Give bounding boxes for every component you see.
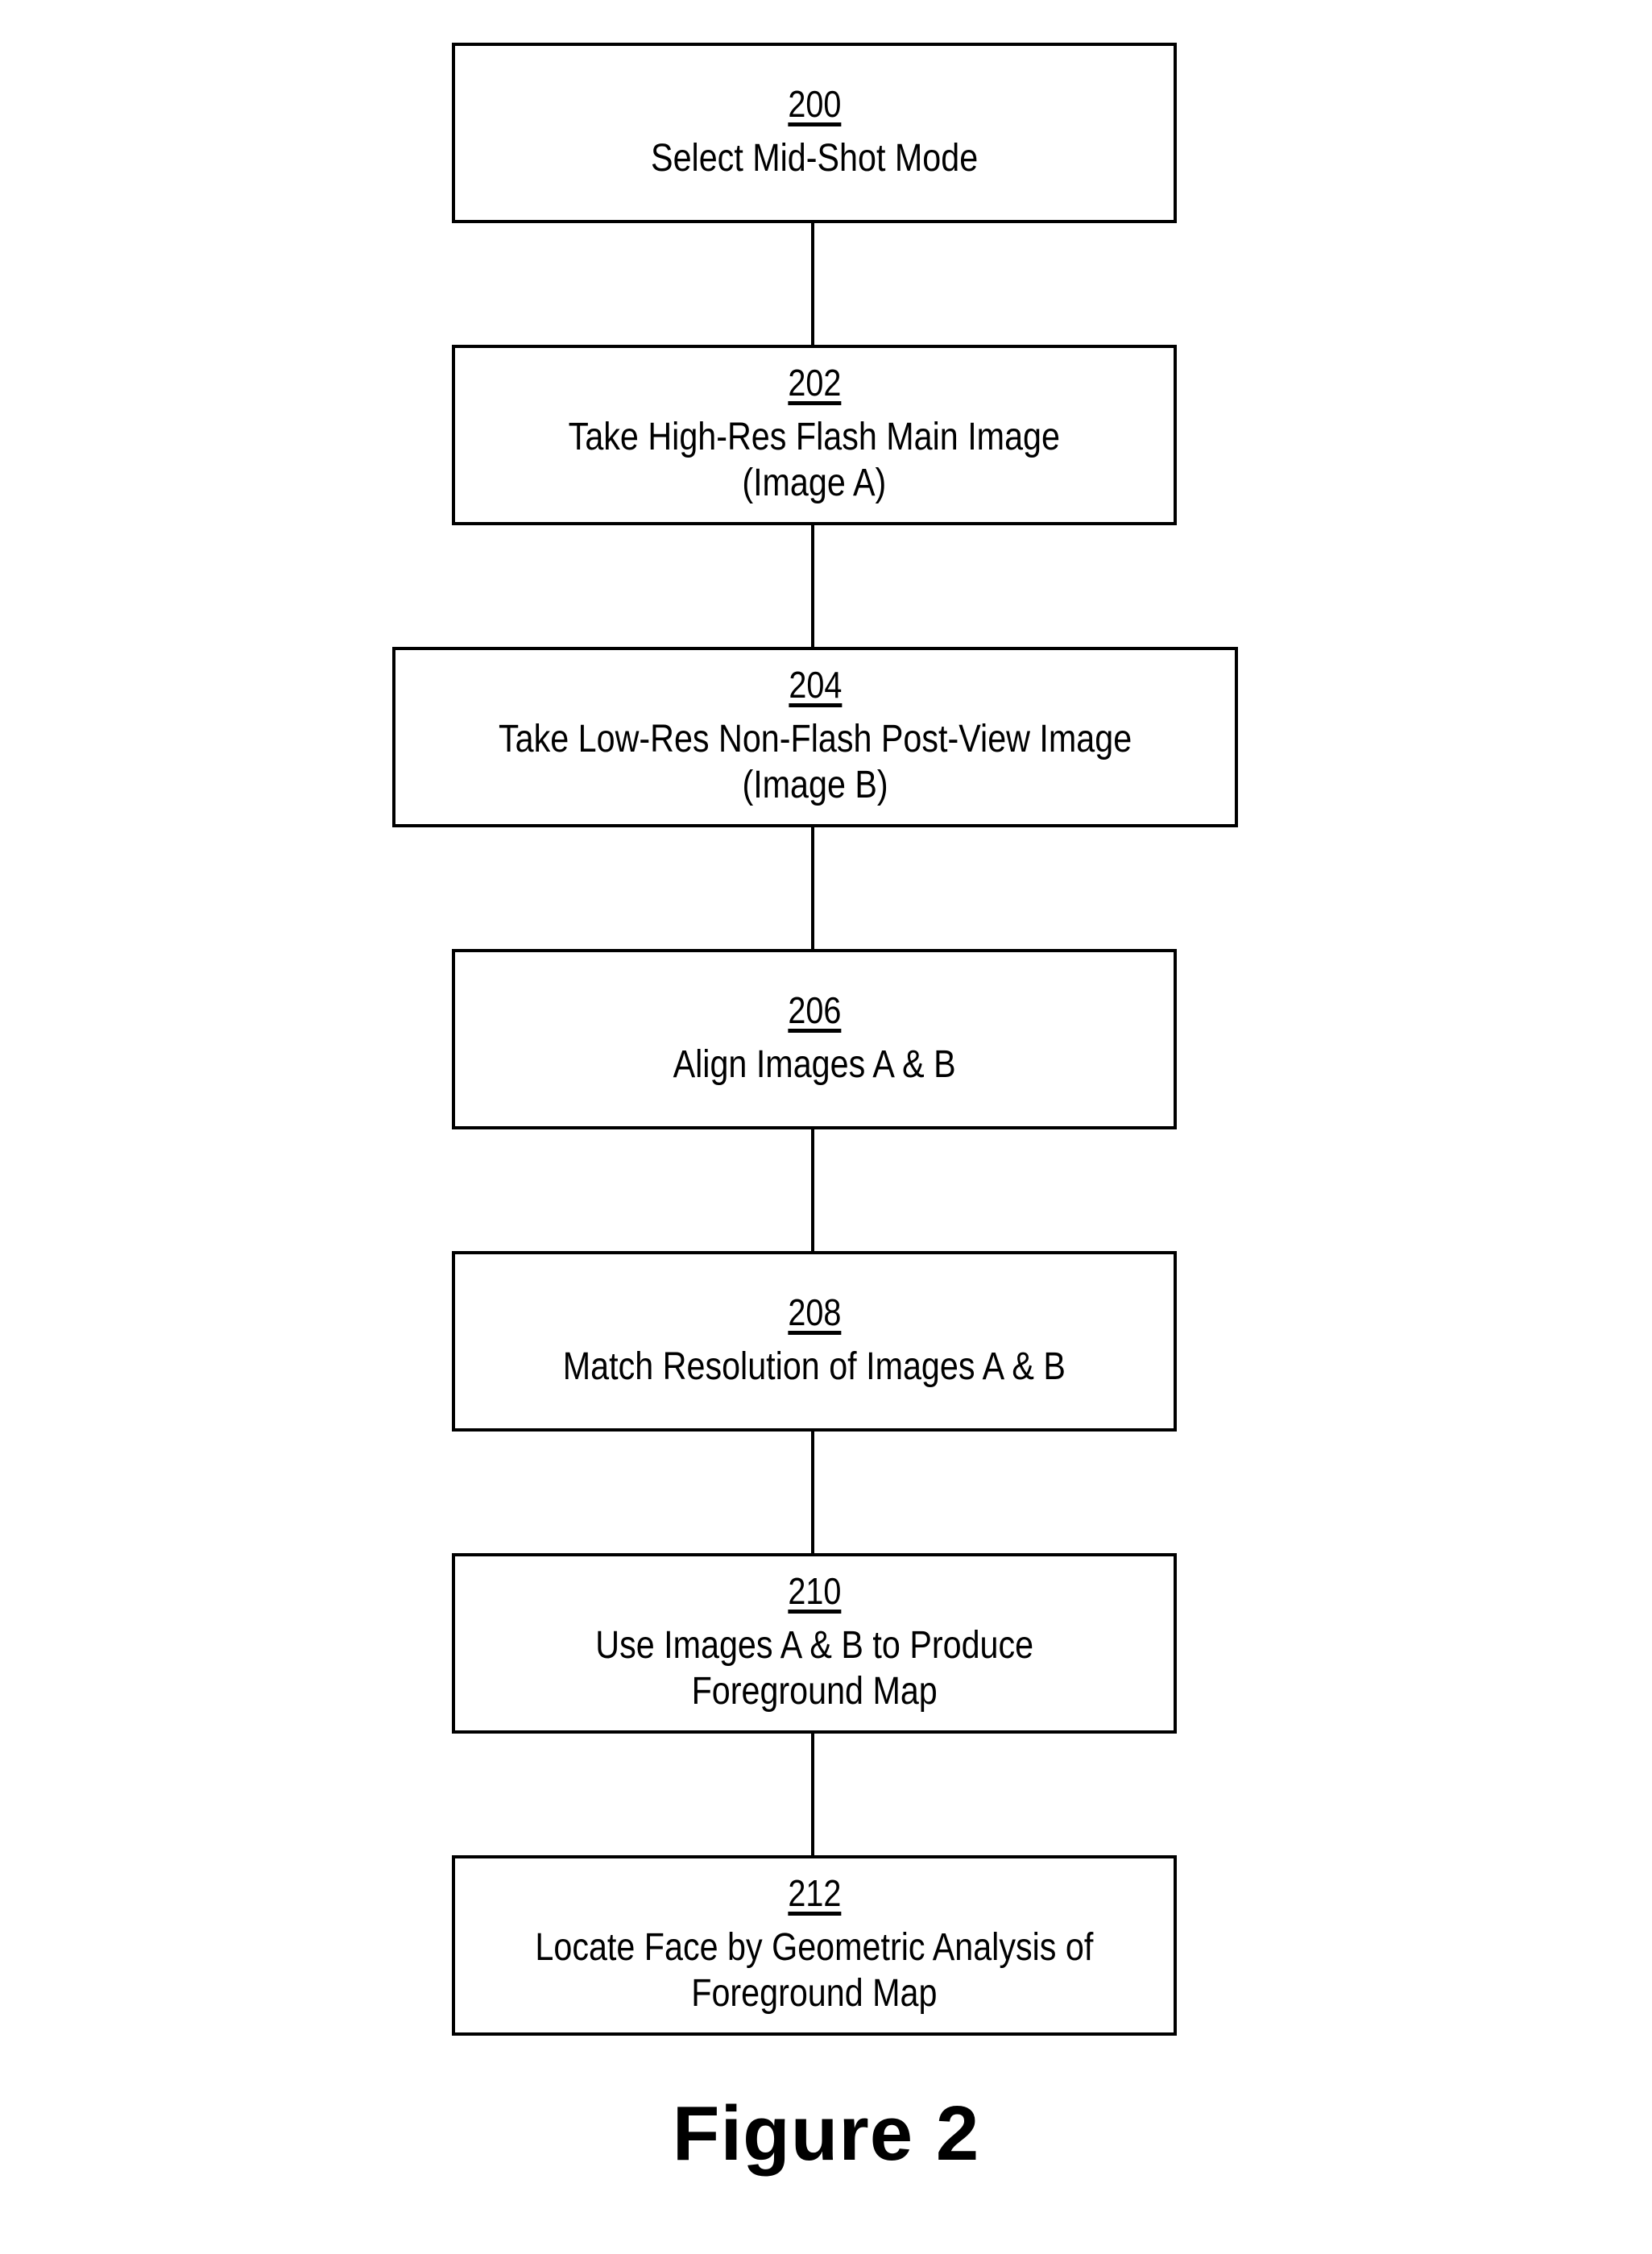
process-box-208: 208 Match Resolution of Images A & B bbox=[452, 1251, 1177, 1432]
box-reference-numeral: 202 bbox=[787, 362, 842, 404]
box-label-line: Match Resolution of Images A & B bbox=[562, 1345, 1066, 1388]
figure-caption: Figure 2 bbox=[672, 2090, 980, 2177]
connector-200-to-202 bbox=[811, 223, 814, 345]
box-label: Locate Face by Geometric Analysis of Fore… bbox=[490, 1925, 1139, 2017]
box-label-line: Select Mid-Shot Mode bbox=[650, 136, 979, 180]
box-label-line: Use Images A & B to Produce bbox=[595, 1623, 1033, 1667]
connector-204-to-206 bbox=[811, 827, 814, 949]
box-reference-numeral: 210 bbox=[787, 1570, 842, 1613]
process-box-200: 200 Select Mid-Shot Mode bbox=[452, 43, 1177, 223]
box-reference-numeral: 200 bbox=[787, 82, 842, 125]
box-label-line: Take Low-Res Non-Flash Post-View Image bbox=[498, 717, 1132, 760]
process-box-212: 212 Locate Face by Geometric Analysis of F… bbox=[452, 1855, 1177, 2036]
box-label-line: Foreground Map bbox=[691, 1670, 938, 1713]
box-reference-numeral: 204 bbox=[788, 664, 843, 706]
process-box-206: 206 Align Images A & B bbox=[452, 949, 1177, 1129]
box-label-line: (Image A) bbox=[742, 462, 887, 505]
box-label: Align Images A & B bbox=[650, 1042, 979, 1088]
box-label-line: Align Images A & B bbox=[673, 1042, 956, 1086]
box-reference-numeral: 206 bbox=[787, 988, 842, 1031]
figure-sheet: 200 Select Mid-Shot Mode 202 Take High-Res … bbox=[0, 0, 1652, 2254]
box-label-line: Locate Face by Geometric Analysis of bbox=[535, 1925, 1094, 1969]
process-box-202: 202 Take High-Res Flash Main Image (Image … bbox=[452, 345, 1177, 525]
process-box-204: 204 Take Low-Res Non-Flash Post-View Imag… bbox=[392, 647, 1238, 827]
box-label-line: Foreground Map bbox=[691, 1972, 938, 2016]
connector-208-to-210 bbox=[811, 1432, 814, 1553]
box-label-line: Take High-Res Flash Main Image bbox=[568, 415, 1061, 458]
box-reference-numeral: 208 bbox=[787, 1291, 842, 1333]
box-label: Match Resolution of Images A & B bbox=[522, 1344, 1107, 1390]
box-reference-numeral: 212 bbox=[787, 1872, 842, 1915]
connector-210-to-212 bbox=[811, 1734, 814, 1855]
box-label: Use Images A & B to Produce Foreground Ma… bbox=[560, 1622, 1069, 1715]
process-box-210: 210 Use Images A & B to Produce Foreground… bbox=[452, 1553, 1177, 1734]
box-label: Select Mid-Shot Mode bbox=[624, 135, 1004, 182]
box-label-line: (Image B) bbox=[742, 764, 888, 807]
connector-206-to-208 bbox=[811, 1129, 814, 1251]
box-label: Take High-Res Flash Main Image (Image A) bbox=[528, 414, 1100, 507]
connector-202-to-204 bbox=[811, 525, 814, 647]
box-label: Take Low-Res Non-Flash Post-View Image (I… bbox=[447, 716, 1183, 809]
